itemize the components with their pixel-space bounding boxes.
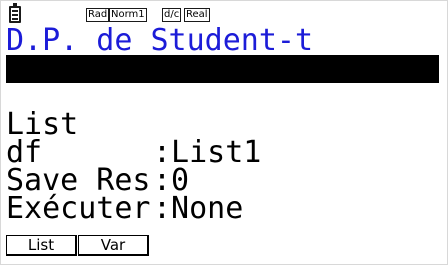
battery-icon — [9, 3, 21, 23]
setting-row-list[interactable]: List :List1 — [6, 83, 439, 168]
setting-row-data[interactable]: Data :List — [6, 55, 439, 140]
calculator-frame: Rad Norm1 d/c Real D.P. de Student-t Dat… — [0, 0, 448, 265]
setting-value: :None — [153, 191, 244, 226]
setting-row-save-res[interactable]: Save Res :None — [6, 139, 439, 224]
function-key-bar: List Var — [6, 235, 439, 257]
complex-mode-badge: Real — [184, 8, 210, 22]
display-mode-badge: Norm1 — [109, 8, 147, 22]
f2-var-button[interactable]: Var — [78, 235, 149, 256]
angle-mode-badge: Rad — [86, 8, 110, 22]
screen-title: D.P. de Student-t — [6, 23, 314, 58]
execute-label: Exécuter — [6, 191, 151, 226]
execute-row[interactable]: Exécuter — [6, 167, 439, 224]
fraction-mode-badge: d/c — [162, 8, 182, 22]
f1-list-button[interactable]: List — [6, 235, 77, 256]
calculator-screen: Rad Norm1 d/c Real D.P. de Student-t Dat… — [6, 3, 439, 258]
setting-row-df[interactable]: df :0 — [6, 111, 439, 196]
